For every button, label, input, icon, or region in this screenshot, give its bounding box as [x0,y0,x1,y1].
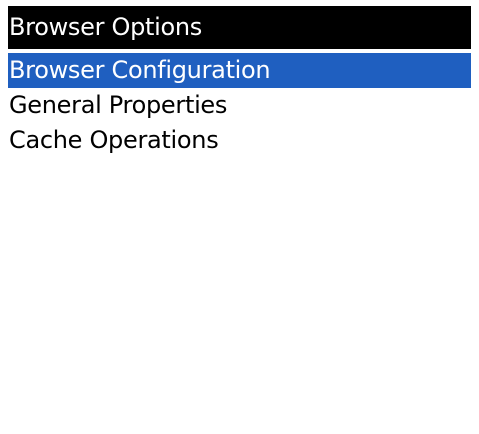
menu-item-cache-operations[interactable]: Cache Operations [8,123,471,158]
options-menu: Browser Configuration General Properties… [8,53,471,158]
menu-item-general-properties[interactable]: General Properties [8,88,471,123]
menu-item-browser-configuration[interactable]: Browser Configuration [8,53,471,88]
screen-title: Browser Options [8,6,471,49]
browser-options-screen: Browser Options Browser Configuration Ge… [8,6,471,430]
